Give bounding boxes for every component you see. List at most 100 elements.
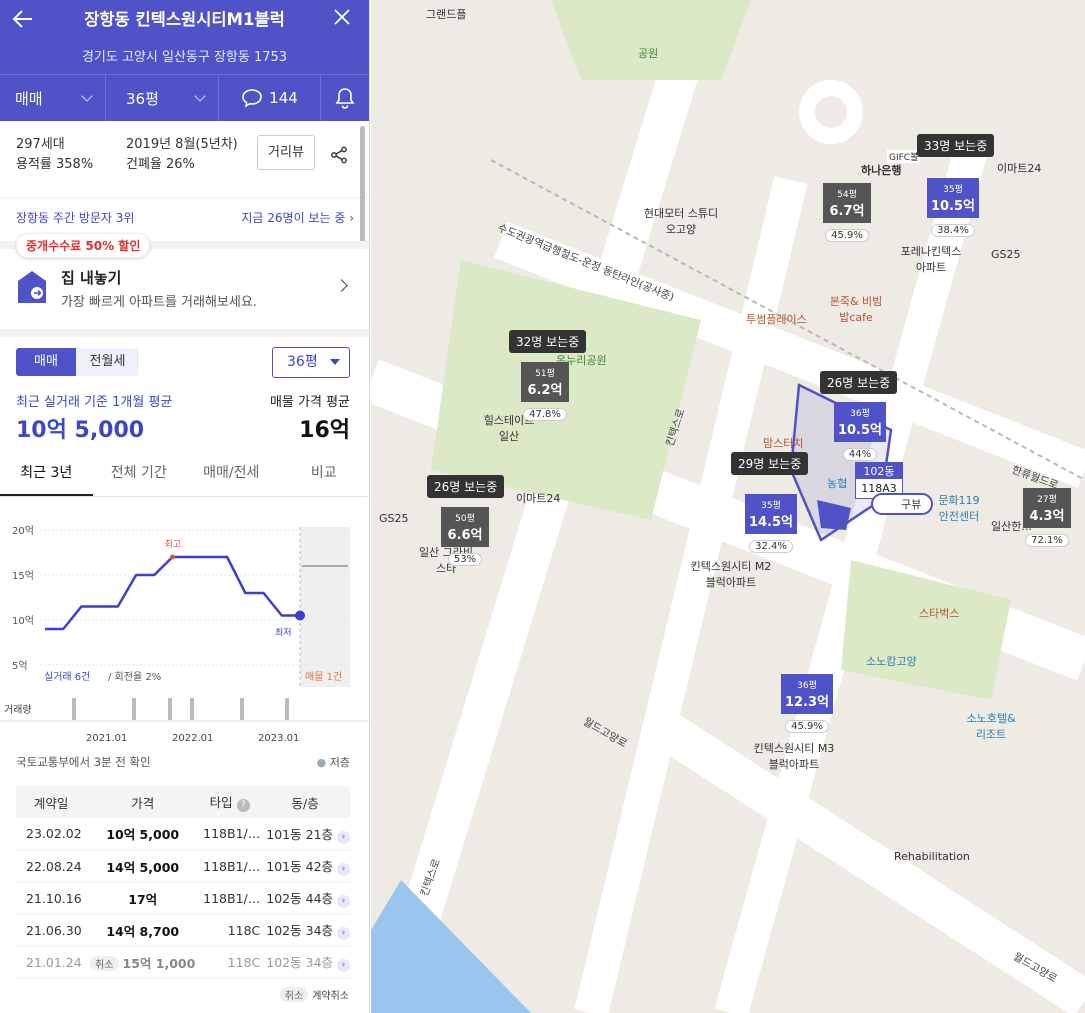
place-label[interactable]: GS25 [379, 512, 409, 525]
marker-pct: 45.9% [825, 229, 869, 242]
share-icon[interactable] [330, 146, 348, 164]
place-label[interactable]: 투썸플레이스 [746, 311, 807, 327]
marker-pct: 53% [447, 553, 483, 566]
place-label[interactable]: 킨텍스원시티 M2블럭아파트 [686, 558, 776, 590]
volume-bar [240, 698, 244, 720]
cell-price: 취소 15억 1,000 [86, 946, 200, 979]
price-marker[interactable]: 36평 12.3억 45.9% [781, 674, 833, 733]
comments-button[interactable]: 144 [219, 75, 321, 121]
marker-size: 51평 [535, 369, 555, 379]
price-marker[interactable]: 36평 10.5억 44% [834, 402, 886, 461]
high-point [170, 554, 175, 560]
trade-type-select[interactable]: 매매 [0, 75, 106, 121]
place-label[interactable]: 소노호텔& 리조트 [961, 710, 1021, 742]
size-dropdown-value: 36평 [287, 354, 318, 370]
deal-type-segment: 매매 전월세 [16, 348, 139, 376]
size-select[interactable]: 36평 [106, 75, 219, 121]
place-label[interactable]: Rehabilitation [894, 850, 970, 863]
place-label[interactable]: 문화119 안전센터 [934, 492, 984, 524]
street-view-button[interactable]: 거리뷰 [257, 135, 315, 170]
viewer-count-pill[interactable]: 29명 보는중 [731, 452, 809, 475]
comment-count: 144 [269, 89, 298, 107]
view-button[interactable]: 구뷰 [871, 493, 934, 515]
table-row[interactable]: 23.02.02 10억 5,000 118B1/… 101동 21층 › [16, 818, 350, 851]
price-chart[interactable]: 20억 15억 10억 5억 최고 최저 실거래 6건 / 회전율 2% 매물 1건 거래량 202… [0, 505, 369, 755]
table-row[interactable]: 21.10.16 17억 118B1/… 102동 44층 › [16, 882, 350, 915]
tab-recent-3y[interactable]: 최근 3년 [0, 453, 93, 496]
segment-sale[interactable]: 매매 [16, 348, 76, 376]
table-row[interactable]: 21.01.24 취소 15억 1,000 118C 102동 34층 › [16, 946, 350, 979]
place-label[interactable]: 공원 [638, 45, 658, 61]
price-marker[interactable]: 35평 10.5억 38.4% [927, 178, 979, 237]
col-type: 타입 ? [199, 786, 261, 818]
chevron-right-icon[interactable]: › [337, 863, 350, 876]
chevron-right-icon[interactable]: › [337, 895, 350, 908]
turnover: / 회전율 2% [108, 671, 161, 683]
marker-price: 14.5억 [748, 515, 794, 530]
help-icon[interactable]: ? [236, 799, 250, 812]
price-marker[interactable]: 35평 14.5억 32.4% [745, 494, 797, 553]
low-floor-legend: ● 저층 [316, 756, 350, 769]
chevron-right-icon[interactable]: › [337, 927, 350, 940]
chevron-right-icon[interactable]: › [337, 830, 350, 844]
chevron-down-icon [81, 90, 93, 102]
sell-promo[interactable]: 중개수수료 50% 할인 집 내놓기 가장 빠르게 아파트를 거래해보세요. [0, 231, 369, 329]
cell-price: 14억 8,700 [86, 914, 200, 947]
tab-compare[interactable]: 비교 [278, 453, 370, 496]
place-label[interactable]: 이마트24 [516, 490, 560, 506]
marker-size: 54평 [837, 190, 857, 200]
price-marker[interactable]: 27평 4.3억 72.1% [1023, 488, 1071, 547]
place-label[interactable]: 포레나킨텍스 아파트 [896, 243, 966, 275]
tab-sale-rent[interactable]: 매매/전세 [185, 453, 278, 496]
place-label[interactable]: 본죽& 비빔밥cafe [826, 293, 886, 325]
listing-zone [300, 527, 350, 687]
price-marker[interactable]: 54평 6.7억 45.9% [823, 183, 871, 242]
table-row[interactable]: 22.08.24 14억 5,000 118B1/… 101동 42층 › [16, 850, 350, 883]
size-dropdown[interactable]: 36평 [272, 347, 350, 378]
viewer-count-pill[interactable]: 26명 보는중 [820, 371, 898, 394]
cell-type: 118B1/… [199, 882, 261, 915]
visitor-rank: 장항동 주간 방문자 3위 [16, 211, 135, 225]
place-label[interactable]: 농협 [827, 475, 847, 491]
place-label[interactable]: 킨텍스원시티 M3블럭아파트 [749, 740, 839, 772]
cell-type: 118B1/… [199, 818, 261, 851]
table-row[interactable]: 21.06.30 14억 8,700 118C 102동 34층 › [16, 914, 350, 947]
place-label[interactable]: 스타벅스 [919, 605, 959, 621]
volume-bar [72, 698, 76, 720]
y-tick-label: 15억 [12, 570, 34, 582]
viewer-count-pill[interactable]: 32명 보는중 [509, 330, 587, 353]
listing-price-label: 매물 가격 평균 [269, 395, 350, 410]
marker-price: 6.7억 [829, 204, 865, 219]
volume-bar [285, 698, 289, 720]
chevron-right-icon[interactable]: › [337, 959, 350, 972]
cell-type: 118C [199, 914, 261, 947]
viewer-count-pill[interactable]: 33명 보는중 [917, 134, 995, 157]
chevron-right-icon [335, 279, 348, 292]
y-tick-label: 20억 [12, 525, 34, 537]
segment-rent[interactable]: 전월세 [76, 348, 139, 376]
place-label[interactable]: GS25 [991, 248, 1021, 261]
floor-area-ratio: 용적률 358% [16, 157, 94, 172]
place-label[interactable]: 하나은행 [861, 162, 901, 178]
close-icon[interactable] [333, 8, 351, 26]
price-marker[interactable]: 51평 6.2억 47.8% [521, 362, 569, 421]
price-marker[interactable]: 50평 6.6억 53% [441, 507, 489, 566]
alarm-button[interactable] [321, 75, 369, 121]
map[interactable]: 수도권광역급행철도-운정 동탄라인(공사중) 킨텍스로 월드고양로 한류월드로 … [371, 0, 1085, 1013]
low-label: 최저 [275, 628, 292, 639]
viewing-now: 지금 26명이 보는 중 › [241, 211, 354, 225]
place-label[interactable]: 이마트24 [997, 160, 1041, 176]
viewer-count-pill[interactable]: 26명 보는중 [427, 475, 505, 498]
marker-size: 27평 [1037, 495, 1057, 505]
cell-date: 21.01.24 [16, 946, 87, 979]
tab-all-period[interactable]: 전체 기간 [93, 453, 186, 496]
place-label[interactable]: 맘스터치 [763, 435, 803, 451]
cancel-tag: 취소 [279, 987, 309, 1002]
place-label[interactable]: 그랜드플 [426, 6, 466, 22]
listing-price-value: 16억 [299, 418, 350, 443]
marker-pct: 44% [842, 448, 878, 461]
place-label[interactable]: 소노캄고양 [866, 653, 917, 669]
marker-size: 35평 [761, 501, 781, 511]
place-label[interactable]: 현대모터 스튜디오고양 [641, 205, 721, 237]
marker-pct: 38.4% [931, 224, 975, 237]
